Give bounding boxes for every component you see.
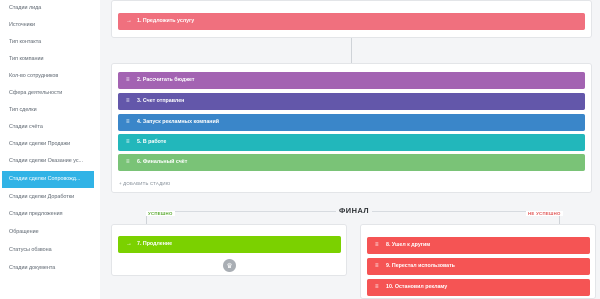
trophy-icon: ♛	[223, 259, 236, 272]
arrow-right-icon: →	[126, 241, 132, 247]
sidebar-item-industry[interactable]: Сфера деятельности	[0, 85, 96, 102]
sidebar-item-document-stages[interactable]: Стадии документа	[0, 260, 96, 277]
stage-item[interactable]: ≡ 5. В работе	[118, 134, 585, 151]
fail-stage[interactable]: ≡ 8. Ушел к другим	[367, 237, 590, 254]
drag-handle-icon[interactable]: ≡	[126, 114, 134, 131]
stage-label: 10. Остановил рекламу	[386, 284, 448, 290]
stage-label: 8. Ушел к другим	[386, 242, 431, 248]
drag-handle-icon[interactable]: ≡	[375, 279, 383, 296]
stage-item[interactable]: ≡ 2. Рассчитать бюджет	[118, 72, 585, 89]
fail-stage[interactable]: ≡ 9. Перестал использовать	[367, 258, 590, 275]
stage-label: 6. Финальный счёт	[137, 159, 188, 165]
sidebar-item-rework-stages[interactable]: Стадии сделки Доработки	[0, 189, 96, 206]
start-stage[interactable]: → 1. Предложить услугу	[118, 13, 585, 30]
stage-label: 4. Запуск рекламных компаний	[137, 119, 220, 125]
connector-line	[351, 38, 352, 63]
sidebar-item-employees[interactable]: Кол-во сотрудников	[0, 68, 96, 85]
stage-label: 5. В работе	[137, 139, 167, 145]
sidebar-item-services-stages[interactable]: Стадии сделки Оказание ус...	[0, 153, 96, 170]
sidebar-item-support-stages[interactable]: Стадии сделки Сопровожд...	[2, 171, 94, 188]
success-stages-panel: → 7. Продление ♛	[111, 224, 347, 276]
stage-label: 9. Перестал использовать	[386, 263, 455, 269]
stage-item[interactable]: ≡ 6. Финальный счёт	[118, 154, 585, 171]
sidebar-item-invoice-stages[interactable]: Стадии счёта	[0, 119, 96, 136]
drag-handle-icon[interactable]: ≡	[375, 258, 383, 275]
sidebar-item-deal-type[interactable]: Тип сделки	[0, 102, 96, 119]
sidebar-item-sources[interactable]: Источники	[0, 17, 96, 34]
drag-handle-icon[interactable]: ≡	[126, 134, 134, 151]
drag-handle-icon[interactable]: ≡	[126, 72, 134, 89]
drag-handle-icon[interactable]: ≡	[375, 237, 383, 254]
sidebar-item-salutation[interactable]: Обращение	[0, 224, 96, 241]
success-stage[interactable]: → 7. Продление	[118, 236, 341, 253]
stages-editor: → 1. Предложить услугу ≡ 2. Рассчитать бюд…	[100, 0, 600, 299]
start-stage-label: 1. Предложить услугу	[137, 18, 195, 24]
sidebar-item-proposal-stages[interactable]: Стадии предложения	[0, 206, 96, 223]
add-stage-link[interactable]: + ДОБАВИТЬ СТАДИЮ	[119, 181, 170, 186]
sidebar-item-sales-stages[interactable]: Стадии сделки Продажи	[0, 136, 96, 153]
start-stage-panel: → 1. Предложить услугу	[111, 0, 592, 38]
fail-stages-panel: ≡ 8. Ушел к другим ≡ 9. Перестал использов…	[360, 224, 596, 299]
stage-label: 3. Счет отправлен	[137, 98, 185, 104]
arrow-right-icon: →	[126, 18, 132, 24]
drag-handle-icon[interactable]: ≡	[126, 93, 134, 110]
sidebar-item-lead-stages[interactable]: Стадии лида	[0, 0, 96, 17]
fail-tag: НЕ УСПЕШНО	[526, 211, 563, 216]
final-title: ФИНАЛ	[336, 206, 373, 215]
sidebar-item-call-statuses[interactable]: Статусы обзвона	[0, 242, 96, 259]
stage-label: 7. Продление	[137, 241, 173, 247]
success-tag: УСПЕШНО	[146, 211, 175, 216]
process-stages-panel: ≡ 2. Рассчитать бюджет ≡ 3. Счет отправлен…	[111, 63, 592, 193]
stage-label: 2. Рассчитать бюджет	[137, 77, 195, 83]
stage-item[interactable]: ≡ 3. Счет отправлен	[118, 93, 585, 110]
fail-stage[interactable]: ≡ 10. Остановил рекламу	[367, 279, 590, 296]
stage-item[interactable]: ≡ 4. Запуск рекламных компаний	[118, 114, 585, 131]
sidebar: Стадии лида Источники Тип контакта Тип к…	[0, 0, 100, 299]
sidebar-item-company-type[interactable]: Тип компании	[0, 51, 96, 68]
drag-handle-icon[interactable]: ≡	[126, 154, 134, 171]
sidebar-item-contact-type[interactable]: Тип контакта	[0, 34, 96, 51]
